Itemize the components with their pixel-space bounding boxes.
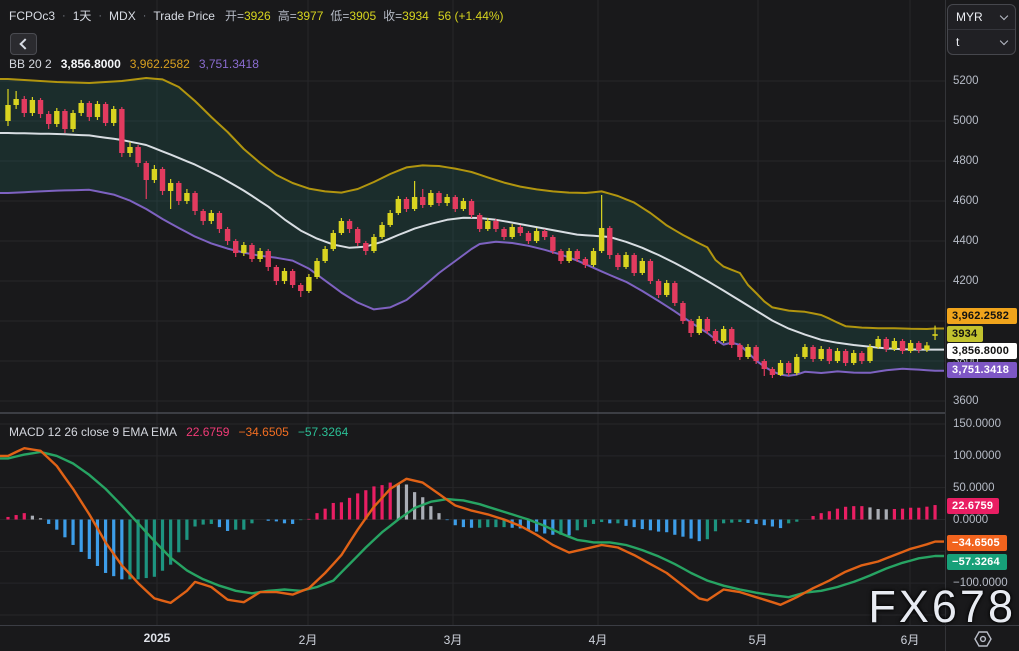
price-tick: 5200 (953, 75, 979, 87)
macd-indicator-row: MACD 12 26 close 9 EMA EMA 22.6759 −34.6… (9, 425, 348, 439)
macd-tick: 150.0000 (953, 418, 1001, 431)
price-badge: 3934 (947, 326, 983, 342)
macd-hist-value: 22.6759 (186, 425, 230, 439)
change-value: 56 (+1.44%) (437, 8, 504, 23)
time-label: 2月 (298, 633, 318, 647)
price-tick: 4600 (953, 195, 979, 207)
currency-value: MYR (956, 10, 983, 24)
settings-hexagon-icon (974, 631, 992, 647)
macd-line-value: −34.6505 (238, 425, 289, 439)
separator-dot: · (62, 9, 66, 22)
unit-value: t (956, 35, 960, 49)
macd-badge: −34.6505 (947, 535, 1007, 551)
macd-tick: 0.0000 (953, 513, 989, 526)
currency-select[interactable]: MYR (948, 5, 1015, 29)
series-label: Trade Price (153, 8, 215, 23)
bb-lower-value: 3,751.3418 (198, 57, 259, 71)
chevron-down-icon (999, 36, 1009, 45)
ohlc-field: 低=3905 (330, 9, 377, 23)
bollinger-bands (0, 77, 944, 377)
chart-app: FCPOc3 · 1天 · MDX · Trade Price 开=3926 高=… (0, 0, 1019, 651)
separator-dot: · (142, 9, 147, 22)
unit-select[interactable]: t (948, 29, 1015, 54)
chevron-left-icon (18, 38, 31, 50)
macd-badge: −57.3264 (947, 554, 1007, 570)
price-tick: 4400 (953, 235, 979, 247)
time-label: 5月 (748, 633, 768, 647)
ohlc-field: 收=3934 (383, 9, 429, 23)
price-badge: 3,856.8000 (947, 343, 1017, 359)
price-tick: 4800 (953, 155, 979, 167)
chevron-down-icon (999, 11, 1009, 20)
exchange-label: MDX (109, 8, 136, 23)
macd-label: MACD 12 26 close 9 EMA EMA (9, 425, 178, 439)
time-label: 6月 (900, 633, 920, 647)
price-tick: 4200 (953, 275, 979, 287)
ohlc-values: 开=3926 高=3977 低=3905 收=3934 (225, 7, 429, 24)
back-button[interactable] (10, 33, 37, 55)
chart-canvas[interactable] (0, 0, 945, 625)
symbol-header: FCPOc3 · 1天 · MDX · Trade Price 开=3926 高=… (9, 7, 504, 24)
bb-indicator-row: BB 20 2 3,856.8000 3,962.2582 3,751.3418 (9, 57, 259, 71)
time-axis[interactable]: 2025 2月 3月 4月 5月 6月 (0, 625, 945, 651)
price-badge: 3,751.3418 (947, 362, 1017, 378)
bb-upper-value: 3,962.2582 (129, 57, 190, 71)
macd-tick: 100.0000 (953, 449, 1001, 462)
separator-dot: · (98, 9, 103, 22)
watermark: FX678 (868, 581, 1016, 632)
price-axis[interactable]: 520050004800460044004200400038003600150.… (945, 0, 1019, 625)
macd-badge: 22.6759 (947, 498, 999, 514)
price-tick: 3600 (953, 395, 979, 407)
symbol-name: FCPOc3 (9, 8, 56, 23)
macd-signal-value: −57.3264 (297, 425, 349, 439)
bb-label: BB 20 2 (9, 57, 52, 71)
bb-basis-value: 3,856.8000 (60, 57, 121, 71)
interval-label: 1天 (72, 9, 92, 23)
ohlc-field: 高=3977 (277, 9, 324, 23)
price-badge: 3,962.2582 (947, 308, 1017, 324)
macd-layer (0, 447, 944, 606)
time-label: 4月 (588, 633, 608, 647)
price-tick: 5000 (953, 115, 979, 127)
unit-selector: MYR t (947, 4, 1016, 55)
time-label: 3月 (443, 633, 463, 647)
macd-tick: 50.0000 (953, 481, 995, 494)
ohlc-field: 开=3926 (224, 9, 271, 23)
time-label: 2025 (143, 631, 171, 645)
